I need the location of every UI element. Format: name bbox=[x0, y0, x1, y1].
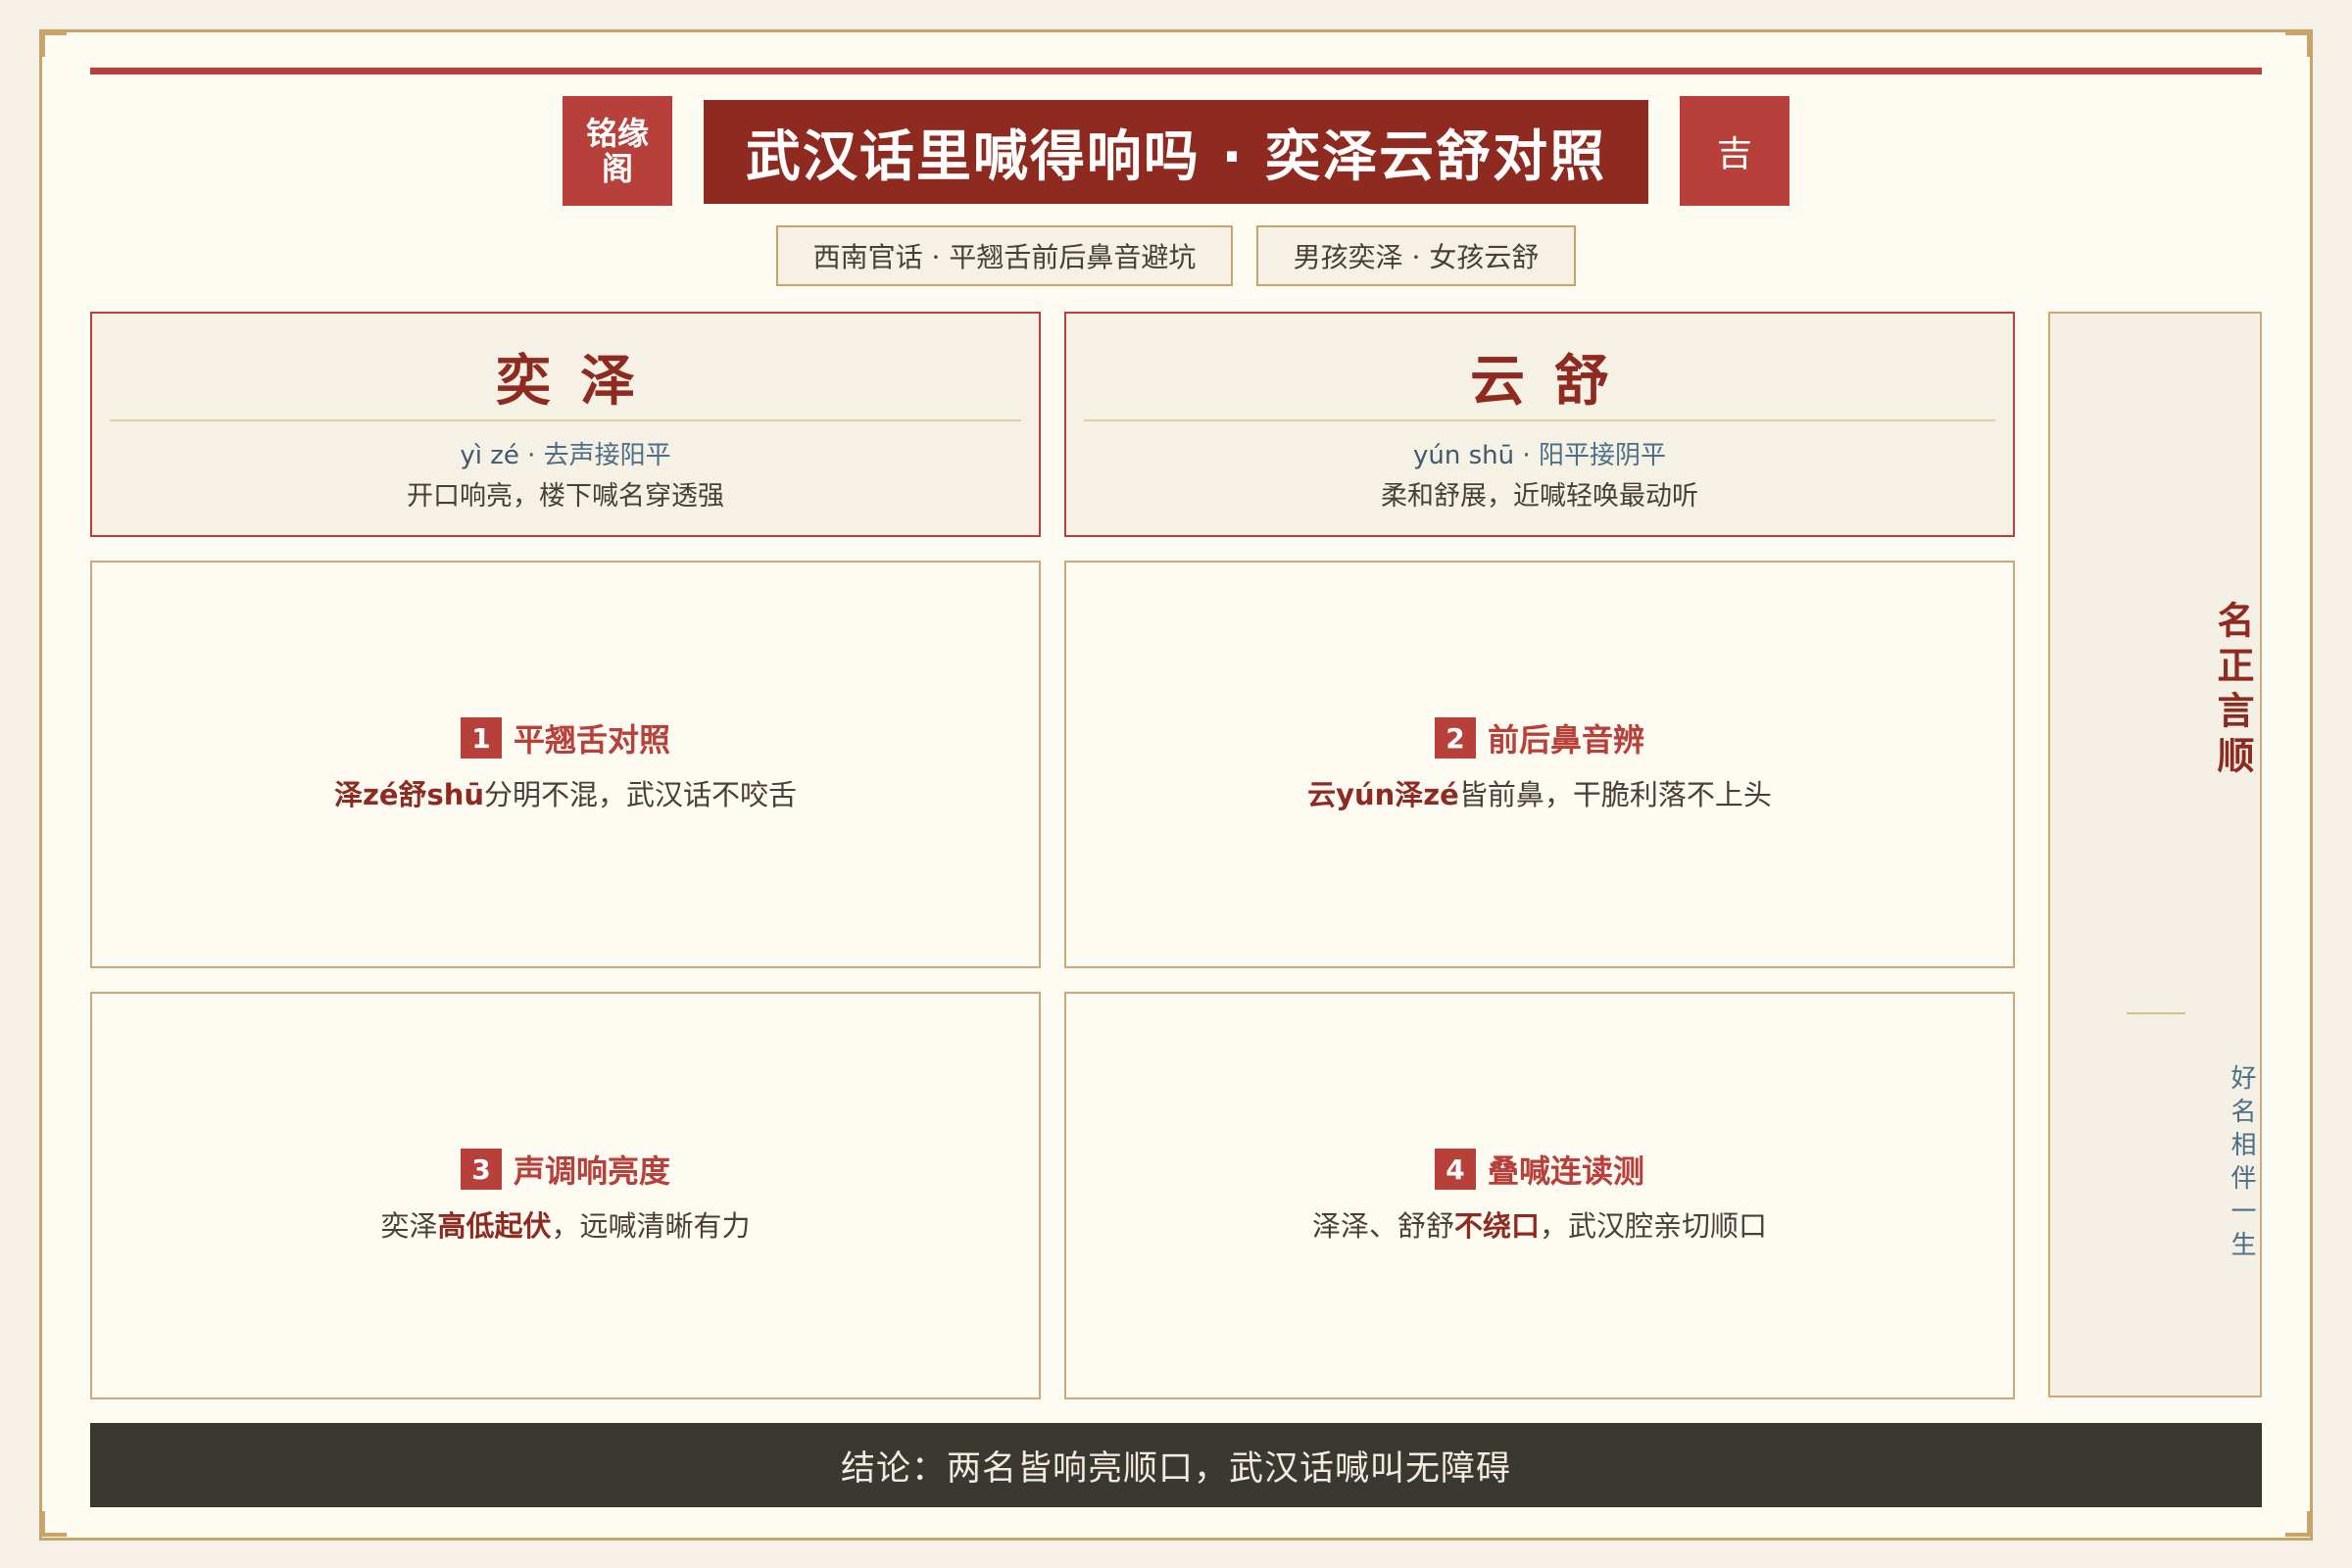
feature-card-1: 1 平翘舌对照 泽zé舒shū分明不混，武汉话不咬舌 bbox=[90, 561, 1041, 968]
card-title: 前后鼻音辨 bbox=[1487, 721, 1644, 759]
name-description: 柔和舒展，近喊轻唤最动听 bbox=[1381, 481, 1698, 512]
names-tag: 男孩奕泽 · 女孩云舒 bbox=[1256, 225, 1576, 286]
divider bbox=[1084, 419, 1995, 421]
card-highlight: 高低起伏 bbox=[437, 1209, 552, 1243]
card-body: 泽泽、舒舒不绕口，武汉腔亲切顺口 bbox=[1312, 1203, 1767, 1245]
side-panel: 名正言顺 好名相伴一生 bbox=[2048, 312, 2262, 1397]
side-motto: 名正言顺 bbox=[2211, 601, 2255, 781]
name-description: 开口响亮，楼下喊名穿透强 bbox=[407, 481, 724, 512]
name-card-yize: 奕泽 yì zé · 去声接阳平 开口响亮，楼下喊名穿透强 bbox=[90, 312, 1041, 537]
card-text: ，武汉腔亲切顺口 bbox=[1540, 1209, 1768, 1243]
card-text: 分明不混，武汉话不咬舌 bbox=[484, 778, 798, 811]
luck-seal: 吉 bbox=[1680, 96, 1789, 206]
divider bbox=[110, 419, 1021, 421]
card-body: 泽zé舒shū分明不混，武汉话不咬舌 bbox=[334, 772, 797, 813]
side-divider bbox=[2127, 1012, 2185, 1014]
card-highlight: 不绕口 bbox=[1453, 1209, 1540, 1243]
card-highlight: 云yún泽zé bbox=[1307, 778, 1459, 811]
card-number: 2 bbox=[1434, 717, 1476, 759]
card-number: 3 bbox=[460, 1149, 502, 1190]
feature-card-3: 3 声调响亮度 奕泽高低起伏，远喊清晰有力 bbox=[90, 992, 1041, 1399]
card-number: 1 bbox=[460, 717, 502, 759]
pinyin: yì zé bbox=[460, 441, 519, 470]
name-title: 云舒 bbox=[1470, 350, 1639, 414]
name-title: 奕泽 bbox=[496, 350, 664, 414]
card-text: 皆前鼻，干脆利落不上头 bbox=[1458, 778, 1772, 811]
card-title: 声调响亮度 bbox=[513, 1152, 670, 1190]
separator: · bbox=[518, 441, 544, 470]
separator: · bbox=[1514, 441, 1539, 470]
card-body: 云yún泽zé皆前鼻，干脆利落不上头 bbox=[1307, 772, 1772, 813]
card-number: 4 bbox=[1434, 1149, 1476, 1190]
feature-card-4: 4 叠喊连读测 泽泽、舒舒不绕口，武汉腔亲切顺口 bbox=[1064, 992, 2015, 1399]
card-highlight: 泽zé舒shū bbox=[333, 778, 485, 811]
page-title: 武汉话里喊得响吗 · 奕泽云舒对照 bbox=[704, 100, 1648, 204]
conclusion-bar: 结论：两名皆响亮顺口，武汉话喊叫无障碍 bbox=[90, 1423, 2262, 1507]
card-title: 平翘舌对照 bbox=[513, 721, 670, 759]
brand-seal: 铭缘 阁 bbox=[563, 96, 672, 206]
brand-seal-line2: 阁 bbox=[601, 150, 633, 187]
tone-desc: 去声接阳平 bbox=[543, 441, 671, 470]
card-text-pre: 奕泽 bbox=[380, 1209, 438, 1243]
name-card-yunshu: 云舒 yún shū · 阳平接阴平 柔和舒展，近喊轻唤最动听 bbox=[1064, 312, 2015, 537]
top-accent-line bbox=[90, 68, 2262, 74]
card-text: ，远喊清晰有力 bbox=[551, 1209, 751, 1243]
dialect-tag: 西南官话 · 平翘舌前后鼻音避坑 bbox=[776, 225, 1233, 286]
brand-seal-line1: 铭缘 bbox=[585, 115, 649, 152]
card-text-pre: 泽泽、舒舒 bbox=[1311, 1209, 1454, 1243]
pinyin-line: yì zé · 去声接阳平 bbox=[92, 435, 1039, 471]
card-title: 叠喊连读测 bbox=[1487, 1152, 1644, 1190]
side-subtitle: 好名相伴一生 bbox=[2227, 1064, 2256, 1264]
tone-desc: 阳平接阴平 bbox=[1538, 441, 1666, 470]
feature-card-2: 2 前后鼻音辨 云yún泽zé皆前鼻，干脆利落不上头 bbox=[1064, 561, 2015, 968]
corner-ornament bbox=[41, 1511, 67, 1537]
corner-ornament bbox=[2285, 1511, 2311, 1537]
corner-ornament bbox=[2285, 31, 2311, 57]
corner-ornament bbox=[41, 31, 67, 57]
pinyin: yún shū bbox=[1413, 441, 1515, 470]
card-body: 奕泽高低起伏，远喊清晰有力 bbox=[380, 1203, 750, 1245]
pinyin-line: yún shū · 阳平接阴平 bbox=[1066, 435, 2013, 471]
